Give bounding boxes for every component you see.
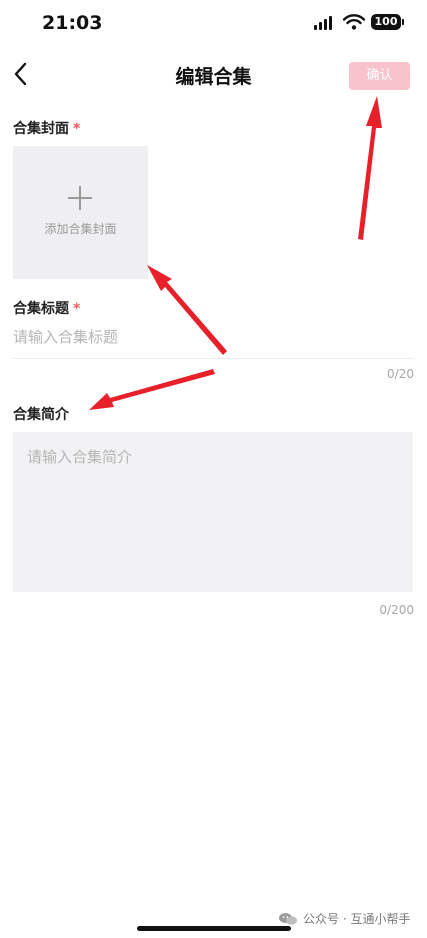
wifi-icon <box>343 14 365 30</box>
title-label-text: 合集标题 <box>13 301 69 317</box>
title-char-counter: 0/20 <box>387 367 414 381</box>
required-mark: * <box>73 121 81 137</box>
add-cover-text: 添加合集封面 <box>44 222 117 236</box>
cover-label-text: 合集封面 <box>13 121 69 137</box>
required-mark: * <box>73 301 81 317</box>
battery-icon: 100 <box>371 14 401 30</box>
plus-icon <box>68 186 92 210</box>
cover-label: 合集封面 * <box>13 118 80 138</box>
divider <box>13 358 413 359</box>
arrow-to-intro <box>89 369 215 410</box>
watermark: 公众号 · 互通小帮手 <box>278 910 410 927</box>
intro-placeholder: 请输入合集简介 <box>27 448 133 466</box>
add-cover-button[interactable] <box>13 146 148 279</box>
arrow-to-confirm <box>358 96 382 240</box>
battery-cap <box>402 19 404 25</box>
status-time: 21:03 <box>42 12 103 34</box>
confirm-button[interactable]: 确认 <box>349 62 410 90</box>
wechat-icon <box>279 912 297 925</box>
title-label: 合集标题 * <box>13 298 80 318</box>
intro-label: 合集简介 <box>13 407 69 423</box>
home-indicator <box>137 926 291 931</box>
intro-char-counter: 0/200 <box>379 603 414 617</box>
title-input[interactable]: 请输入合集标题 <box>13 326 413 356</box>
watermark-text: 公众号 · 互通小帮手 <box>303 912 411 926</box>
cellular-signal-icon <box>314 16 332 30</box>
